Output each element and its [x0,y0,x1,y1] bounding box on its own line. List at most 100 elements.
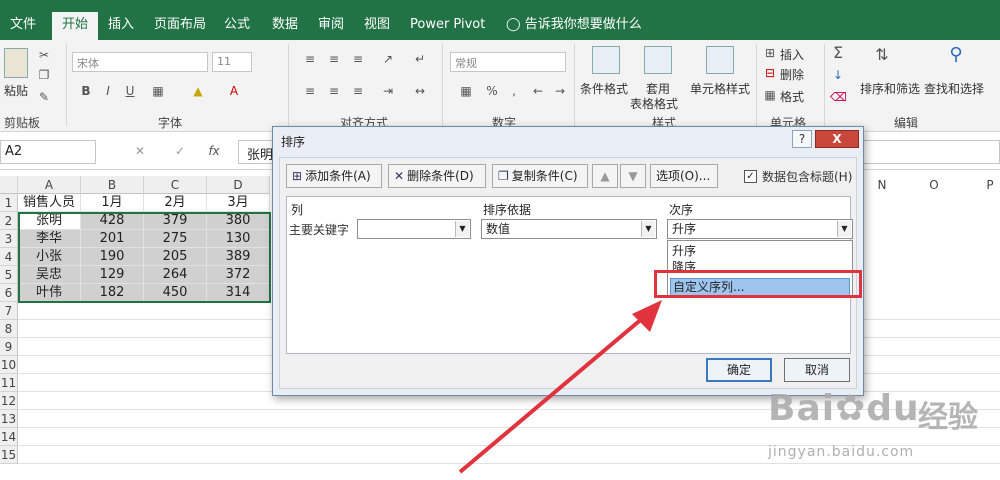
table-cell[interactable]: 李华 [18,230,81,248]
bold-icon[interactable]: B [78,84,94,98]
row-header[interactable]: 12 [0,392,18,410]
format-cells-icon[interactable]: ▦ [762,88,778,102]
row-header[interactable]: 14 [0,428,18,446]
paste-icon[interactable] [4,48,28,78]
table-cell[interactable]: 销售人员 [18,194,81,212]
tell-me-box[interactable]: ◯ 告诉我你想要做什么 [496,12,652,40]
row-header[interactable]: 5 [0,266,18,284]
tab-home[interactable]: 开始 [52,12,99,40]
row-header[interactable]: 4 [0,248,18,266]
sort-column-select[interactable]: ▼ [357,219,471,239]
find-select-icon[interactable]: ⚲ [948,46,964,64]
table-cell[interactable]: 450 [144,284,207,302]
insert-function-icon[interactable]: fx [206,144,222,158]
align-bottom-icon[interactable]: ≡ [350,52,366,66]
border-icon[interactable]: ▦ [150,84,166,98]
row-header[interactable]: 2 [0,212,18,230]
row-header[interactable]: 8 [0,320,18,338]
table-cell[interactable]: 130 [207,230,270,248]
align-middle-icon[interactable]: ≡ [326,52,342,66]
row-header[interactable]: 3 [0,230,18,248]
clear-icon[interactable]: ⌫ [830,90,847,104]
add-condition-button[interactable]: ⊞ 添加条件(A) [286,164,382,188]
row-header[interactable]: 13 [0,410,18,428]
row-header[interactable]: 9 [0,338,18,356]
row-header[interactable]: 6 [0,284,18,302]
table-cell[interactable]: 428 [81,212,144,230]
insert-cells-icon[interactable]: ⊞ [762,46,778,60]
format-painter-icon[interactable]: ✎ [36,90,52,104]
orientation-icon[interactable]: ↗ [380,52,396,66]
order-option-ascending[interactable]: 升序 [670,243,850,259]
name-box[interactable]: A2 [0,140,96,164]
indent-icon[interactable]: ⇥ [380,84,396,98]
tab-review[interactable]: 审阅 [308,12,354,40]
move-down-button[interactable]: ▼ [620,164,646,188]
order-select[interactable]: 升序 ▼ [667,219,853,239]
confirm-formula-icon[interactable]: ✓ [172,144,188,158]
format-as-table-label-2[interactable]: 表格格式 [630,95,678,112]
cell-styles-label[interactable]: 单元格样式 [690,80,750,97]
ok-button[interactable]: 确定 [706,358,772,382]
column-header-a[interactable]: A [18,176,81,194]
close-button[interactable]: X [815,130,859,148]
conditional-formatting-icon[interactable] [592,46,620,74]
table-cell[interactable]: 1月 [81,194,144,212]
tab-view[interactable]: 视图 [354,12,400,40]
delete-cells-icon[interactable]: ⊟ [762,66,778,80]
align-center-icon[interactable]: ≡ [326,84,342,98]
sort-filter-label[interactable]: 排序和筛选 [860,80,920,97]
table-cell[interactable]: 205 [144,248,207,266]
cancel-button[interactable]: 取消 [784,358,850,382]
tab-formulas[interactable]: 公式 [214,12,260,40]
format-as-table-icon[interactable] [644,46,672,74]
table-cell[interactable]: 372 [207,266,270,284]
table-cell[interactable]: 201 [81,230,144,248]
wrap-text-icon[interactable]: ↵ [412,52,428,66]
increase-decimal-icon[interactable]: ← [530,84,546,98]
conditional-formatting-label[interactable]: 条件格式 [580,80,628,97]
table-cell[interactable]: 叶伟 [18,284,81,302]
table-cell[interactable]: 389 [207,248,270,266]
table-cell[interactable]: 小张 [18,248,81,266]
sort-on-select[interactable]: 数值 ▼ [481,219,657,239]
fill-color-icon[interactable]: ▲ [190,84,206,98]
table-cell[interactable]: 3月 [207,194,270,212]
select-all-corner[interactable] [0,176,18,194]
column-header-p[interactable]: P [980,176,1000,194]
table-cell[interactable]: 182 [81,284,144,302]
cut-icon[interactable]: ✂ [36,48,52,62]
delete-cells-label[interactable]: 删除 [780,66,804,83]
comma-style-icon[interactable]: , [506,84,522,98]
decrease-decimal-icon[interactable]: → [552,84,568,98]
table-cell[interactable]: 吴忠 [18,266,81,284]
table-cell[interactable]: 2月 [144,194,207,212]
paste-button-label[interactable]: 粘贴 [4,82,28,99]
row-header[interactable]: 7 [0,302,18,320]
find-select-label[interactable]: 查找和选择 [924,80,984,97]
font-size-box[interactable]: 11 [212,52,252,72]
font-color-icon[interactable]: A [226,84,242,98]
sort-filter-icon[interactable]: ⇅ [874,47,890,63]
cancel-formula-icon[interactable]: ✕ [132,144,148,158]
align-left-icon[interactable]: ≡ [302,84,318,98]
cell-styles-icon[interactable] [706,46,734,74]
delete-condition-button[interactable]: ✕ 删除条件(D) [388,164,486,188]
copy-condition-button[interactable]: ❐ 复制条件(C) [492,164,588,188]
table-cell[interactable]: 275 [144,230,207,248]
underline-icon[interactable]: U [122,84,138,98]
column-header-d[interactable]: D [207,176,270,194]
align-top-icon[interactable]: ≡ [302,52,318,66]
column-header-n[interactable]: N [862,176,902,194]
help-button[interactable]: ? [792,130,812,148]
accounting-format-icon[interactable]: ▦ [458,84,474,98]
insert-cells-label[interactable]: 插入 [780,46,804,63]
table-cell[interactable]: 190 [81,248,144,266]
number-format-box[interactable]: 常规 [450,52,566,72]
tab-power-pivot[interactable]: Power Pivot [400,12,495,40]
table-cell[interactable]: 379 [144,212,207,230]
active-cell[interactable]: 张明 [18,212,81,230]
tab-file[interactable]: 文件 [0,12,46,40]
options-button[interactable]: 选项(O)... [650,164,718,188]
align-right-icon[interactable]: ≡ [350,84,366,98]
